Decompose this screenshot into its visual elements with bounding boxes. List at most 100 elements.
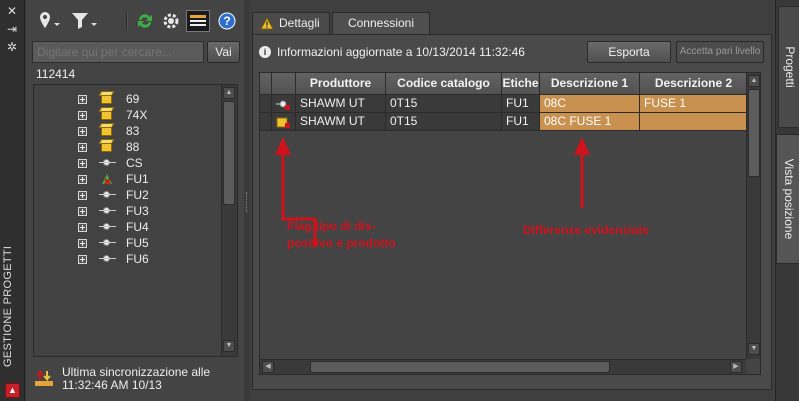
expand-icon[interactable] xyxy=(78,190,87,200)
tree-item-label: FU6 xyxy=(126,252,149,266)
scroll-up-icon[interactable]: ▲ xyxy=(748,75,760,87)
device-icon xyxy=(99,220,116,234)
tree-item-label: 69 xyxy=(126,92,140,106)
sync-time: 11:32:46 AM 10/13 xyxy=(62,378,162,392)
expand-icon[interactable] xyxy=(78,206,87,216)
box-icon xyxy=(99,108,115,122)
project-tree: 69 74X 83 88 CS FU1 FU2 FU3 FU4 FU5 FU6 … xyxy=(33,84,238,357)
current-project-code: 112414 xyxy=(36,67,76,81)
tree-item[interactable]: 83 xyxy=(34,123,214,139)
tree-item-label: 88 xyxy=(126,140,140,154)
go-button[interactable]: Vai xyxy=(207,41,240,63)
list-view-icon[interactable] xyxy=(186,10,210,32)
tree-item[interactable]: FU3 xyxy=(34,203,214,219)
tree-item[interactable]: FU5 xyxy=(34,235,214,251)
expand-icon[interactable] xyxy=(78,254,87,264)
tree-item-label: FU3 xyxy=(126,204,149,218)
expand-icon[interactable] xyxy=(78,110,87,120)
tree-item[interactable]: 69 xyxy=(34,91,214,107)
device-icon xyxy=(99,252,116,266)
diff-annotation: Differenze evidenziate xyxy=(523,223,650,237)
scroll-thumb[interactable] xyxy=(748,89,760,177)
side-tab-label: Vista posizione xyxy=(781,158,796,240)
project-panel: ? Vai 112414 69 74X 83 88 CS xyxy=(26,0,246,401)
tree-item-label: FU1 xyxy=(126,172,149,186)
tree-item-label: 74X xyxy=(126,108,148,122)
device-icon xyxy=(99,188,116,202)
autodesk-menu-icon[interactable]: ▲ xyxy=(5,383,20,398)
tree-item-label: 83 xyxy=(126,124,140,138)
tab-label: Connessioni xyxy=(347,16,415,30)
tree-item[interactable]: 74X xyxy=(34,107,214,123)
project-toolbar: ? xyxy=(26,0,246,40)
expand-icon[interactable] xyxy=(78,126,87,136)
box-icon xyxy=(99,140,115,154)
tab-progetti[interactable]: Progetti xyxy=(778,6,799,128)
device-warning-icon xyxy=(99,172,115,186)
warning-icon xyxy=(260,16,274,36)
info-bar: i Informazioni aggiornate a 10/13/2014 1… xyxy=(259,45,525,59)
tree-item-label: CS xyxy=(126,156,143,170)
box-icon xyxy=(99,124,115,138)
details-panel: Dettagli Connessioni i Informazioni aggi… xyxy=(250,0,775,401)
tree-item[interactable]: FU1 xyxy=(34,171,214,187)
settings-icon[interactable]: ✲ xyxy=(4,40,20,54)
tree-item[interactable]: FU4 xyxy=(34,219,214,235)
help-icon[interactable]: ? xyxy=(216,10,238,32)
location-filter-icon[interactable] xyxy=(38,10,62,32)
grid-horizontal-scrollbar[interactable]: ◀ ▶ xyxy=(260,359,746,374)
annotation-arrows xyxy=(275,137,590,247)
expand-icon[interactable] xyxy=(78,222,87,232)
scroll-down-icon[interactable]: ▼ xyxy=(748,343,760,355)
sync-icon[interactable] xyxy=(34,368,54,388)
tree-item[interactable]: CS xyxy=(34,155,214,171)
left-strip: ✕ ⇥ ✲ GESTIONE PROGETTI ▲ xyxy=(0,0,25,401)
side-tab-label: Progetti xyxy=(782,46,797,88)
expand-icon[interactable] xyxy=(78,158,87,168)
expand-icon[interactable] xyxy=(78,238,87,248)
palette-title: GESTIONE PROGETTI xyxy=(2,245,14,367)
tree-item[interactable]: FU6 xyxy=(34,251,214,267)
grid-vertical-scrollbar[interactable]: ▲ ▼ xyxy=(746,73,760,359)
side-tab-bar: Progetti Vista posizione xyxy=(775,0,799,401)
tab-connessioni[interactable]: Connessioni xyxy=(332,12,430,34)
device-icon xyxy=(99,204,116,218)
tree-item[interactable]: FU2 xyxy=(34,187,214,203)
expand-icon[interactable] xyxy=(78,94,87,104)
filter-icon[interactable] xyxy=(70,10,98,32)
sync-status: Ultima sincronizzazione alle 11:32:46 AM… xyxy=(34,364,234,398)
pin-icon[interactable]: ⇥ xyxy=(4,22,20,36)
flag-annotation: Flag tipo di dis- positivo e prodotto xyxy=(287,219,396,250)
scroll-right-icon[interactable]: ▶ xyxy=(730,361,742,373)
box-icon xyxy=(99,92,115,106)
expand-icon[interactable] xyxy=(78,142,87,152)
scroll-thumb[interactable] xyxy=(310,361,610,373)
scroll-down-icon[interactable]: ▼ xyxy=(223,340,235,352)
tab-label: Dettagli xyxy=(279,16,320,30)
device-icon xyxy=(99,156,116,170)
refresh-icon[interactable] xyxy=(134,10,156,32)
tab-dettagli[interactable]: Dettagli xyxy=(252,12,330,34)
device-icon xyxy=(99,236,116,250)
scroll-up-icon[interactable]: ▲ xyxy=(223,87,235,99)
expand-icon[interactable] xyxy=(78,174,87,184)
svg-text:?: ? xyxy=(223,14,230,28)
toolbar-separator xyxy=(126,12,128,30)
tree-scrollbar[interactable]: ▲ ▼ xyxy=(221,85,237,356)
tree-item-label: FU5 xyxy=(126,236,149,250)
details-content: i Informazioni aggiornate a 10/13/2014 1… xyxy=(252,34,772,390)
export-button[interactable]: Esporta xyxy=(587,41,671,63)
gear-icon[interactable] xyxy=(160,10,182,32)
accept-peer-button[interactable]: Accetta pari livello xyxy=(676,41,764,63)
scroll-thumb[interactable] xyxy=(223,101,235,205)
search-input[interactable] xyxy=(32,41,204,63)
info-text: Informazioni aggiornate a 10/13/2014 11:… xyxy=(277,45,525,59)
tab-vista-posizione[interactable]: Vista posizione xyxy=(776,134,799,264)
info-icon: i xyxy=(259,46,271,58)
tree-item-label: FU2 xyxy=(126,188,149,202)
close-icon[interactable]: ✕ xyxy=(4,4,20,18)
scroll-left-icon[interactable]: ◀ xyxy=(262,361,274,373)
tree-item-label: FU4 xyxy=(126,220,149,234)
tree-item[interactable]: 88 xyxy=(34,139,214,155)
sync-label: Ultima sincronizzazione alle xyxy=(62,365,211,379)
